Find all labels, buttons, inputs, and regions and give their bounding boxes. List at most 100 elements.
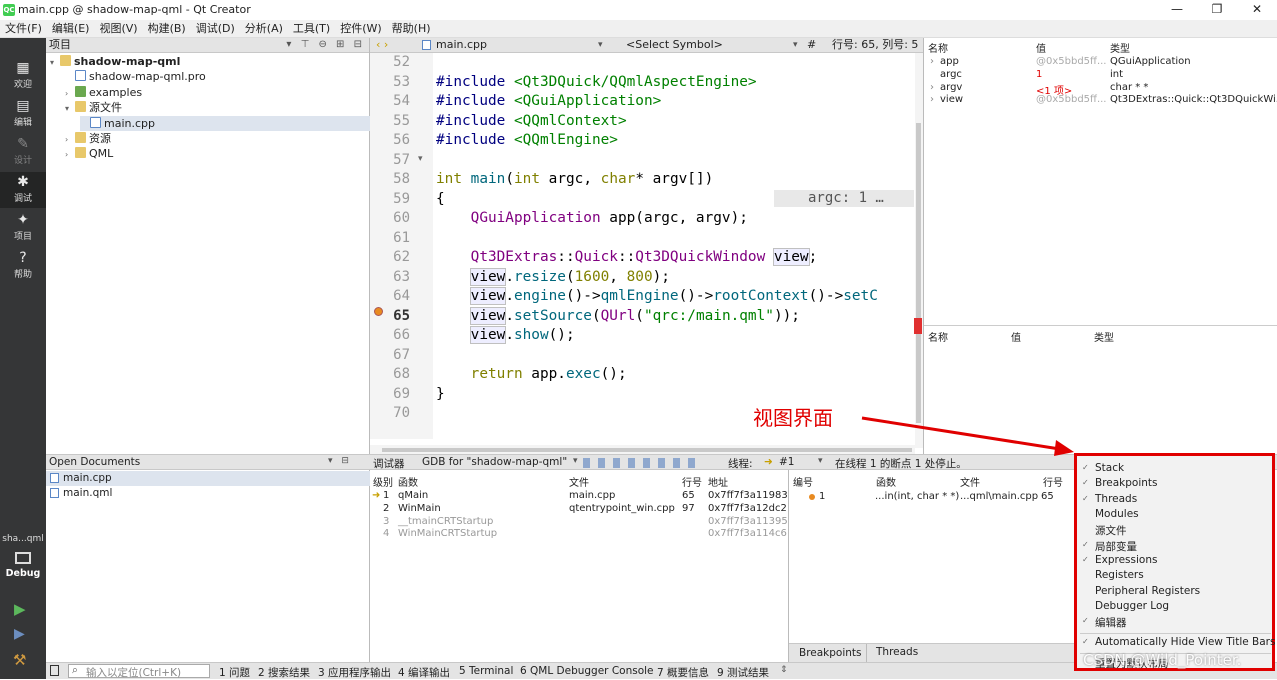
bp-file[interactable]: ...qml\main.cpp [960,491,1038,502]
tab-general-messages[interactable]: 7 概要信息 [657,665,709,680]
debugger-engine-combo[interactable]: GDB for "shadow-map-qml" [422,456,567,468]
h-scrollbar-thumb[interactable] [382,448,912,452]
mode-edit[interactable]: ▤ 编辑 [0,96,46,132]
close-button[interactable]: ✕ [1237,0,1277,20]
menu-item[interactable]: ✓ 局部变量 [1077,538,1272,553]
expand-arrow-icon[interactable]: ▾ [50,55,60,70]
expand-arrow-icon[interactable]: › [65,132,75,147]
thread-combo[interactable]: #1 [779,456,794,468]
open-file-combo[interactable]: main.cpp [436,38,487,52]
menu-edit[interactable]: 编辑(E) [47,20,95,37]
stack-col-line[interactable]: 行号 [682,474,702,489]
menu-item[interactable]: 源文件 [1077,522,1272,537]
kit-selector[interactable]: Debug [0,548,46,588]
tab-search-results[interactable]: 2 搜索结果 [258,665,310,680]
symbol-combo-arrow-icon[interactable]: ▾ [793,38,798,52]
menu-item-modules[interactable]: Modules [1077,507,1272,522]
frame-file[interactable]: qtentrypoint_win.cpp [569,503,675,514]
hash-button[interactable]: # [807,38,816,52]
frame-address[interactable]: 0x7ff7f3a114c6 [708,528,787,539]
debug-step-icons[interactable] [583,458,703,468]
code-editor[interactable]: ‹ › main.cpp ▾ <Select Symbol> ▾ # 行号: 6… [370,38,923,454]
expr-col-name-header[interactable]: 名称 [928,329,948,344]
tree-item[interactable]: shadow-map-qml.pro [65,69,206,84]
bp-number[interactable]: 1 [819,491,825,502]
menu-item-debugger-log[interactable]: Debugger Log [1077,599,1272,614]
expr-col-value-header[interactable]: 值 [1011,329,1021,344]
menu-item-peripheral-registers[interactable]: Peripheral Registers [1077,584,1272,599]
tree-item[interactable]: ▾ shadow-map-qml [50,54,180,69]
menu-file[interactable]: 文件(F) [0,20,47,37]
symbol-combo[interactable]: <Select Symbol> [626,38,723,52]
file-combo-arrow-icon[interactable]: ▾ [598,38,603,52]
panel-divider[interactable] [924,325,1277,326]
toggle-sidebar-icon[interactable] [50,665,59,676]
menu-item-automatically-hide-view-title-bars[interactable]: ✓ Automatically Hide View Title Bars [1077,635,1275,650]
frame-level[interactable]: 1 [383,490,389,501]
frame-function[interactable]: qMain [398,490,428,501]
tab-threads[interactable]: Threads [876,646,918,658]
run-button[interactable]: ▶ [14,600,26,618]
local-name[interactable]: argv [940,82,962,93]
frame-function[interactable]: WinMainCRTStartup [398,528,497,539]
expand-arrow-icon[interactable]: ▾ [65,101,75,116]
menu-analyze[interactable]: 分析(A) [240,20,288,37]
line-number-gutter[interactable]: 52 53 54 55 56 57 58 59 60 61 62 63 64 65 66 67 68 69 70 ▾ [370,53,433,439]
tab-test-results[interactable]: 9 测试结果 [717,665,769,680]
menu-item-threads[interactable]: ✓ Threads [1077,492,1272,507]
frame-function[interactable]: WinMain [398,503,441,514]
tree-item[interactable]: › examples [65,85,142,100]
tab-application-output[interactable]: 3 应用程序输出 [318,665,391,680]
mode-design[interactable]: ✎ 设计 [0,134,46,170]
menu-widgets[interactable]: 控件(W) [335,20,386,37]
tab-compile-output[interactable]: 4 编译输出 [398,665,450,680]
bp-col-line[interactable]: 行号 [1043,474,1063,489]
expand-arrow-icon[interactable]: › [930,82,934,93]
panel-toolbar-icons[interactable]: ▾ ⊤ ⊖ ⊞ ⊟ [286,38,365,52]
mode-help[interactable]: ? 帮助 [0,248,46,284]
frame-line[interactable]: 65 [682,490,695,501]
col-value-header[interactable]: 值 [1036,40,1046,55]
expand-arrow-icon[interactable]: › [65,147,75,162]
col-name-header[interactable]: 名称 [928,40,948,55]
thread-combo-arrow-icon[interactable]: ▾ [818,456,823,466]
scrollbar-thumb[interactable] [916,123,921,423]
bp-function[interactable]: ...in(int, char * *) [875,491,959,502]
frame-address[interactable]: 0x7ff7f3a11395 [708,516,788,527]
frame-level[interactable]: 4 [383,528,389,539]
local-name[interactable]: app [940,56,959,67]
menu-view[interactable]: 视图(V) [94,20,142,37]
frame-level[interactable]: 3 [383,516,389,527]
tree-item[interactable]: › 资源 [65,131,111,146]
frame-level[interactable]: 2 [383,503,389,514]
bp-col-function[interactable]: 函数 [876,474,896,489]
engine-combo-arrow-icon[interactable]: ▾ [573,456,578,466]
open-doc-item[interactable]: main.cpp [63,472,112,484]
bp-col-file[interactable]: 文件 [960,474,980,489]
minimize-button[interactable]: — [1157,0,1197,20]
tree-item[interactable]: ▾ 源文件 [65,100,122,115]
menu-tools[interactable]: 工具(T) [288,20,335,37]
frame-address[interactable]: 0x7ff7f3a12dc2 [708,503,787,514]
col-type-header[interactable]: 类型 [1110,40,1130,55]
breakpoint-marker-icon[interactable] [374,307,383,316]
expand-arrow-icon[interactable]: › [930,94,934,105]
local-name[interactable]: argc [940,69,962,80]
maximize-button[interactable]: ❐ [1197,0,1237,20]
tree-item[interactable]: › QML [65,146,113,161]
frame-file[interactable]: main.cpp [569,490,615,501]
code-text[interactable]: #include <Qt3DQuick/QQmlAspectEngine> #in… [436,53,878,443]
tab-breakpoints[interactable]: Breakpoints [799,647,862,659]
bp-col-number[interactable]: 编号 [793,474,813,489]
expand-arrow-icon[interactable]: › [930,56,934,67]
tree-item[interactable]: main.cpp [80,115,370,131]
local-value[interactable]: @0x5bbd5ff... [1036,94,1106,105]
menu-item[interactable]: ✓ 编辑器 [1077,614,1272,629]
expr-col-type-header[interactable]: 类型 [1094,329,1114,344]
menu-debug[interactable]: 调试(D) [191,20,240,37]
frame-address[interactable]: 0x7ff7f3a11983 [708,490,788,501]
bp-line[interactable]: 65 [1041,491,1054,502]
local-name[interactable]: view [940,94,963,105]
mode-welcome[interactable]: ▦ 欢迎 [0,58,46,94]
local-value[interactable]: 1 [1036,69,1042,80]
